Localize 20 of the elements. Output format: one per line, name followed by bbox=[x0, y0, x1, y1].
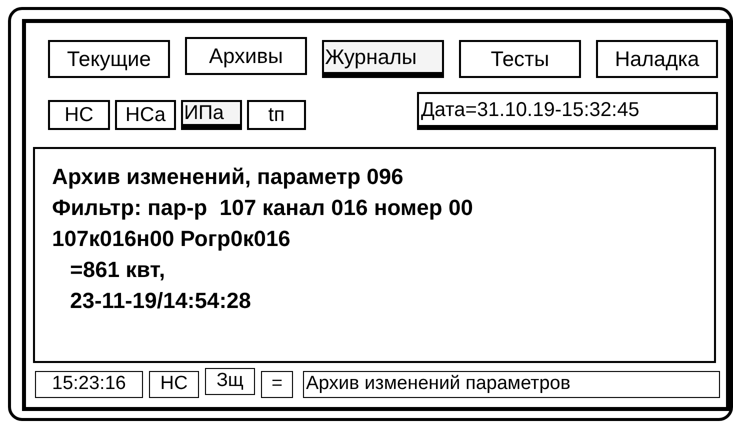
status-message: Архив изменений параметров bbox=[303, 371, 720, 398]
sub-tab[interactable]: tп bbox=[247, 100, 306, 130]
sign-indicator: = bbox=[261, 371, 293, 398]
archive-line: 107к016н00 Рогр0к016 bbox=[52, 225, 292, 253]
menu-tab[interactable]: Журналы bbox=[322, 40, 444, 78]
mode-indicator: НС bbox=[149, 371, 199, 398]
menu-tab[interactable]: Архивы bbox=[185, 37, 307, 75]
menu-tab[interactable]: Текущие bbox=[48, 40, 170, 78]
sub-tab[interactable]: НСа bbox=[115, 100, 176, 130]
menu-tab[interactable]: Наладка bbox=[596, 40, 718, 78]
protection-indicator: Зщ bbox=[205, 368, 255, 395]
menu-tab[interactable]: Тесты bbox=[459, 40, 581, 78]
archive-line: Фильтр: пар-р 107 канал 016 номер 00 bbox=[52, 194, 474, 222]
sub-tab[interactable]: ИПа bbox=[181, 100, 242, 130]
clock-time: 15:23:16 bbox=[35, 371, 143, 398]
date-field: Дата=31.10.19-15:32:45 bbox=[417, 92, 718, 130]
archive-line: 23-11-19/14:54:28 bbox=[69, 287, 252, 315]
archive-line: Архив изменений, параметр 096 bbox=[52, 163, 404, 191]
archive-line: =861 квт, bbox=[69, 256, 166, 284]
sub-tab[interactable]: НС bbox=[48, 100, 110, 130]
